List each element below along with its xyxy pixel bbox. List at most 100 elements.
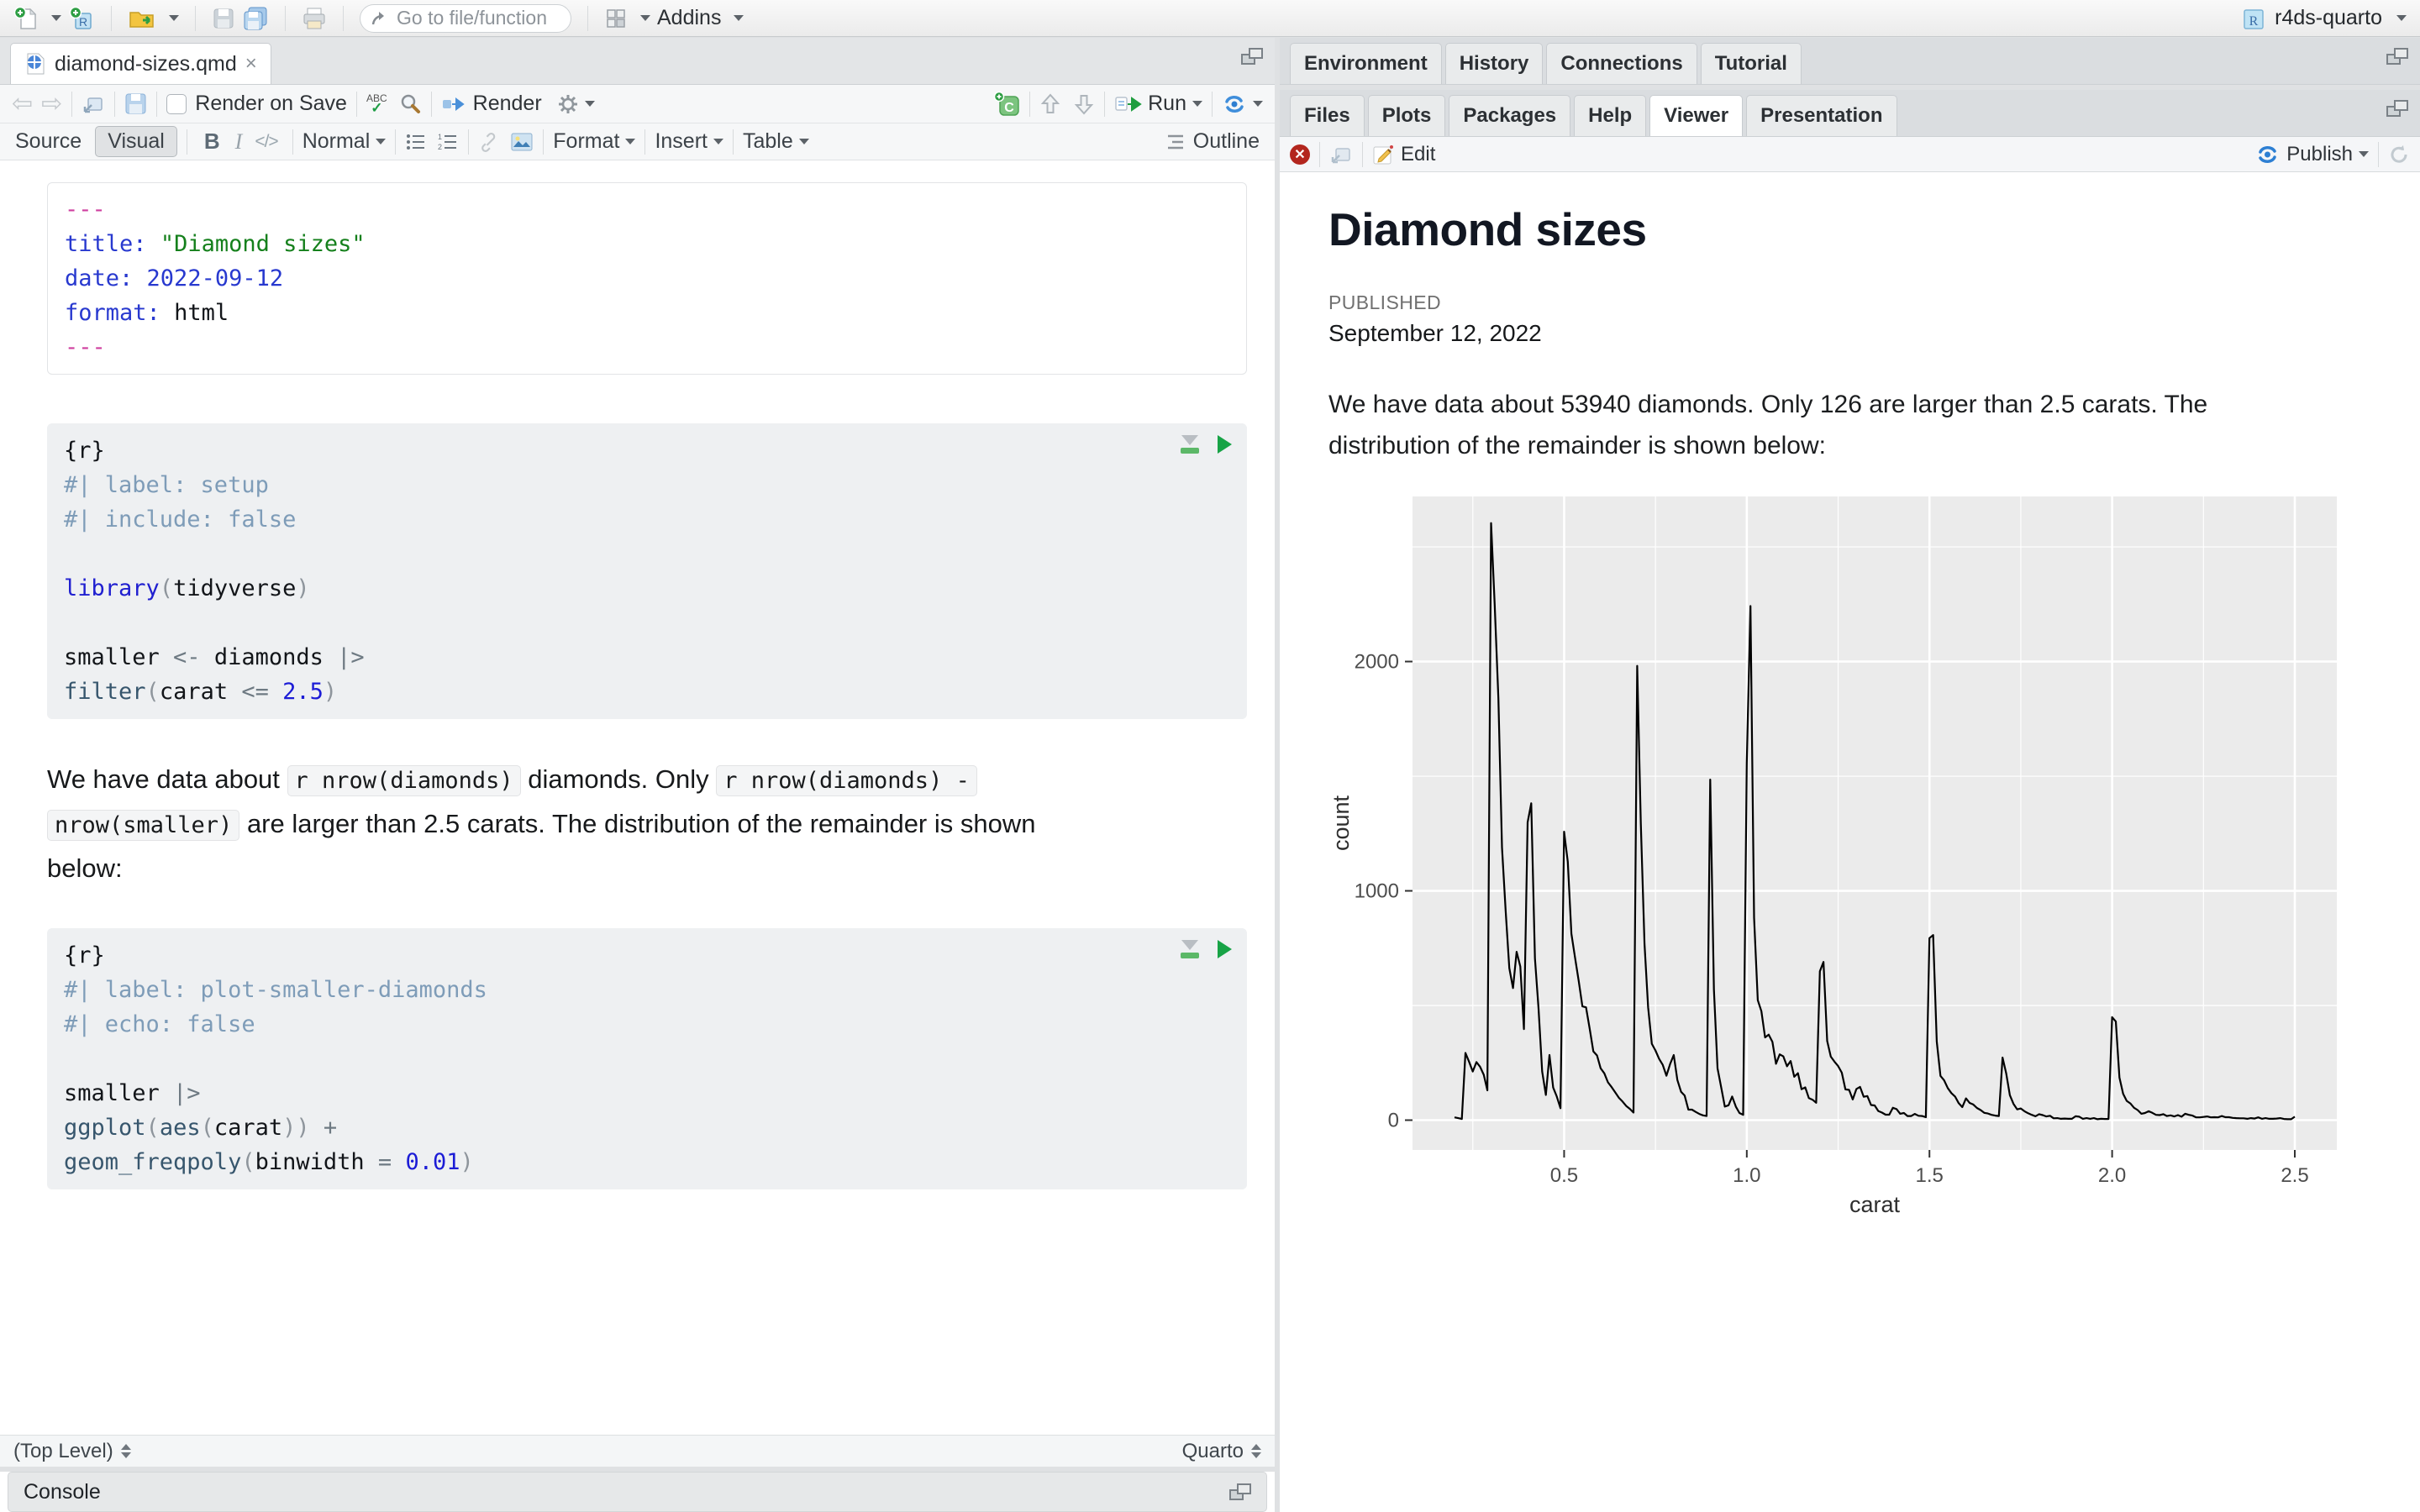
render-settings-caret[interactable] bbox=[584, 101, 595, 107]
goto-file-input[interactable] bbox=[397, 7, 556, 29]
edit-pencil-icon[interactable] bbox=[1372, 144, 1394, 165]
filetype-selector-arrows-icon[interactable] bbox=[1251, 1444, 1261, 1458]
paragraph-style-select[interactable]: Normal bbox=[302, 129, 371, 154]
print-icon[interactable] bbox=[302, 7, 327, 30]
refresh-icon[interactable] bbox=[2388, 144, 2410, 165]
edit-button[interactable]: Edit bbox=[1401, 143, 1435, 166]
tab-plots[interactable]: Plots bbox=[1367, 95, 1446, 136]
open-file-icon[interactable] bbox=[128, 6, 156, 31]
tab-connections[interactable]: Connections bbox=[1546, 43, 1697, 84]
forward-icon[interactable]: ⇨ bbox=[41, 91, 62, 117]
svg-text:1.5: 1.5 bbox=[1916, 1164, 1944, 1187]
run-button[interactable]: Run bbox=[1148, 92, 1186, 116]
open-file-caret[interactable] bbox=[169, 15, 179, 21]
render-button[interactable]: Render bbox=[473, 92, 542, 116]
run-previous-icon[interactable] bbox=[1039, 92, 1061, 116]
run-chunks-above-icon[interactable] bbox=[1181, 940, 1199, 958]
render-settings-gear-icon[interactable] bbox=[557, 93, 579, 115]
image-icon[interactable] bbox=[510, 132, 534, 152]
filetype-selector[interactable]: Quarto bbox=[1182, 1440, 1244, 1463]
save-all-icon[interactable] bbox=[242, 6, 269, 31]
addins-grid-caret[interactable] bbox=[640, 15, 650, 21]
minimize-pane-icon[interactable] bbox=[2353, 101, 2376, 116]
outline-toggle[interactable]: Outline bbox=[1193, 129, 1260, 154]
spellcheck-icon[interactable]: ABC ✓ bbox=[366, 93, 387, 115]
editor-paragraph[interactable]: We have data about r nrow(diamonds) diam… bbox=[47, 758, 1039, 890]
bold-icon[interactable]: B bbox=[197, 129, 228, 155]
publish-icon[interactable] bbox=[2254, 144, 2280, 165]
tab-close-icon[interactable]: × bbox=[245, 52, 257, 76]
maximize-pane-icon[interactable] bbox=[2386, 48, 2408, 65]
addins-grid-icon[interactable] bbox=[604, 7, 628, 30]
addins-menu[interactable]: Addins bbox=[657, 6, 721, 30]
tab-help[interactable]: Help bbox=[1574, 95, 1647, 136]
scope-selector-arrows-icon[interactable] bbox=[120, 1444, 131, 1458]
new-file-caret[interactable] bbox=[51, 15, 61, 21]
visual-editor-canvas[interactable]: --- title: "Diamond sizes" date: 2022-09-1… bbox=[0, 160, 1275, 1435]
minimize-pane-icon[interactable] bbox=[2353, 49, 2376, 64]
render-on-save-label: Render on Save bbox=[195, 92, 347, 115]
console-minimize-icon[interactable] bbox=[1196, 1484, 1219, 1499]
render-on-save-checkbox[interactable] bbox=[166, 93, 187, 114]
scope-selector[interactable]: (Top Level) bbox=[13, 1440, 113, 1463]
insert-menu[interactable]: Insert bbox=[655, 129, 708, 154]
run-chunk-icon[interactable] bbox=[1218, 435, 1232, 454]
render-icon[interactable] bbox=[441, 94, 466, 114]
maximize-pane-icon[interactable] bbox=[1241, 48, 1263, 65]
publish-button[interactable]: Publish bbox=[2286, 143, 2353, 166]
clear-viewer-icon[interactable]: ✕ bbox=[1290, 144, 1310, 165]
code-format-icon[interactable]: </> bbox=[250, 132, 282, 152]
new-file-icon[interactable] bbox=[13, 6, 39, 31]
back-icon[interactable]: ⇦ bbox=[12, 91, 33, 117]
project-selector[interactable]: R r4ds-quarto bbox=[2241, 6, 2407, 31]
tab-viewer[interactable]: Viewer bbox=[1649, 95, 1744, 136]
tab-tutorial[interactable]: Tutorial bbox=[1700, 43, 1802, 84]
bullet-list-icon[interactable] bbox=[405, 132, 427, 152]
source-rerun-icon[interactable] bbox=[1222, 93, 1247, 115]
published-label: PUBLISHED bbox=[1328, 291, 1441, 313]
tab-packages[interactable]: Packages bbox=[1449, 95, 1571, 136]
insert-chunk-icon[interactable]: C bbox=[993, 91, 1020, 117]
numbered-list-icon[interactable]: 12 bbox=[437, 132, 459, 152]
paragraph-style-caret[interactable] bbox=[376, 139, 387, 144]
italic-icon[interactable]: I bbox=[228, 129, 250, 155]
outline-icon[interactable] bbox=[1165, 133, 1186, 151]
table-menu[interactable]: Table bbox=[743, 129, 793, 154]
run-chunk-icon[interactable] bbox=[1218, 940, 1232, 958]
console-header[interactable]: Console bbox=[8, 1472, 1267, 1512]
publish-caret[interactable] bbox=[2359, 151, 2369, 157]
save-icon[interactable] bbox=[212, 7, 235, 30]
run-icon[interactable] bbox=[1114, 93, 1143, 115]
maximize-pane-icon[interactable] bbox=[2386, 100, 2408, 117]
tab-presentation[interactable]: Presentation bbox=[1746, 95, 1897, 136]
link-icon[interactable] bbox=[478, 132, 500, 152]
popout-icon[interactable] bbox=[82, 93, 105, 115]
tab-files[interactable]: Files bbox=[1290, 95, 1365, 136]
code-chunk-setup[interactable]: {r} #| label: setup #| include: false libr… bbox=[47, 423, 1247, 719]
yaml-metadata-block[interactable]: --- title: "Diamond sizes" date: 2022-09-1… bbox=[47, 182, 1247, 375]
run-caret[interactable] bbox=[1192, 101, 1202, 107]
format-menu-caret[interactable] bbox=[625, 139, 636, 144]
new-project-icon[interactable]: R bbox=[68, 5, 95, 32]
save-doc-icon[interactable] bbox=[124, 92, 147, 115]
viewer-popout-icon[interactable] bbox=[1329, 144, 1353, 165]
addins-caret[interactable] bbox=[734, 15, 744, 21]
source-mode-button[interactable]: Source bbox=[15, 129, 82, 154]
tab-environment[interactable]: Environment bbox=[1290, 43, 1442, 84]
svg-text:R: R bbox=[2249, 14, 2259, 29]
minimize-pane-icon[interactable] bbox=[1207, 49, 1231, 64]
goto-file-search[interactable] bbox=[360, 3, 571, 33]
run-next-icon[interactable] bbox=[1073, 92, 1095, 116]
insert-menu-caret[interactable] bbox=[713, 139, 723, 144]
format-menu[interactable]: Format bbox=[553, 129, 619, 154]
source-rerun-caret[interactable] bbox=[1253, 101, 1263, 107]
find-icon[interactable] bbox=[399, 92, 422, 115]
table-menu-caret[interactable] bbox=[798, 139, 809, 144]
run-chunks-above-icon[interactable] bbox=[1181, 435, 1199, 454]
tab-history[interactable]: History bbox=[1444, 43, 1544, 84]
console-maximize-icon[interactable] bbox=[1229, 1483, 1251, 1500]
visual-mode-button[interactable]: Visual bbox=[95, 126, 177, 157]
tab-diamond-sizes[interactable]: diamond-sizes.qmd × bbox=[10, 43, 271, 84]
chart-container: 0 1000 2000 0.5 1.0 1.5 2.0 2.5 carat count bbox=[1328, 488, 2420, 1215]
code-chunk-plot[interactable]: {r} #| label: plot-smaller-diamonds #| ech… bbox=[47, 928, 1247, 1189]
